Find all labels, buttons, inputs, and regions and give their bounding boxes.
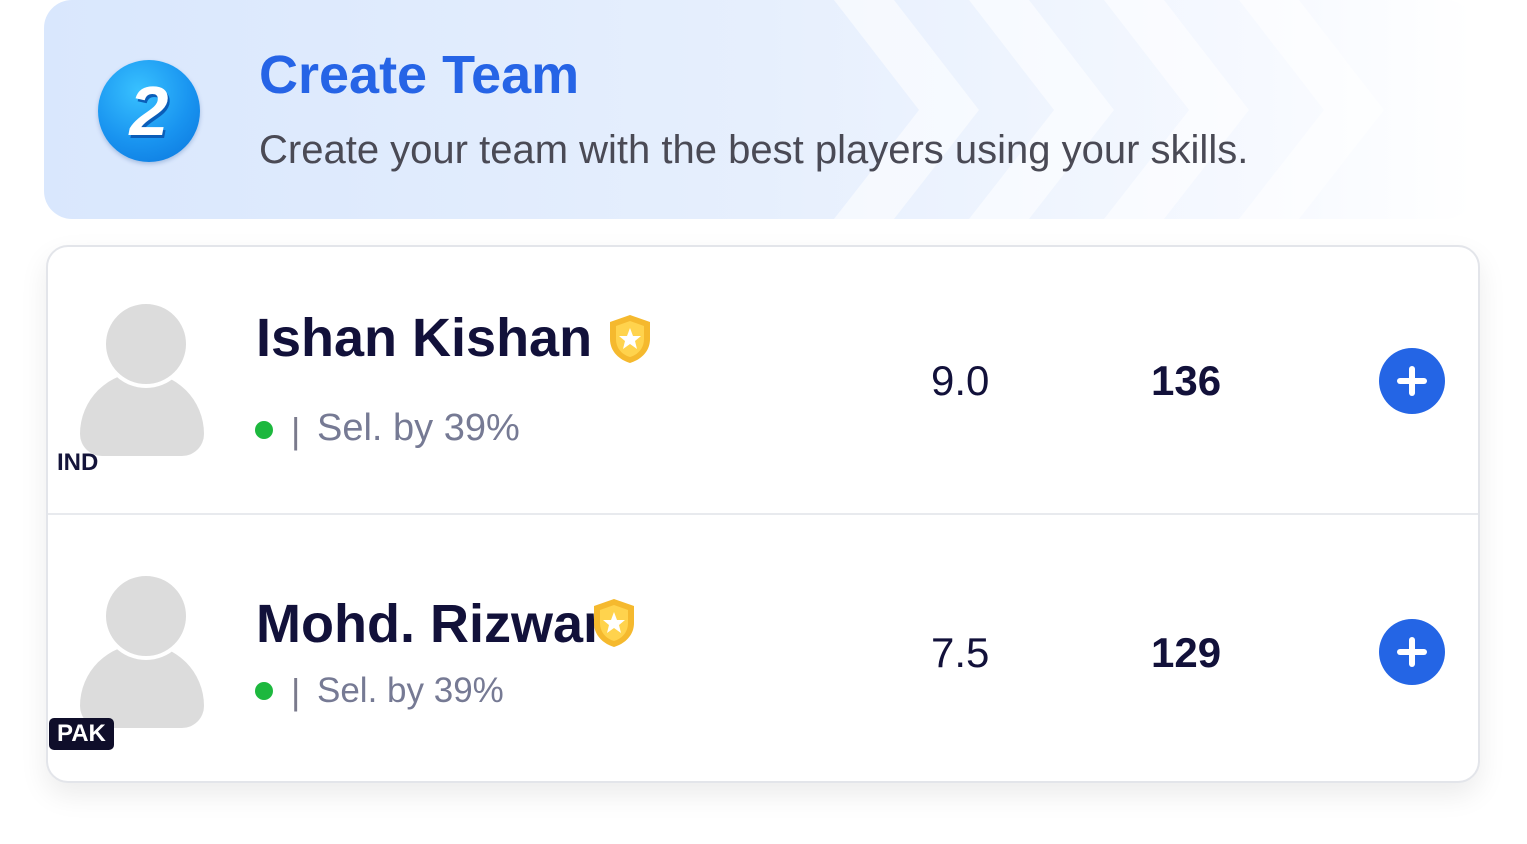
avatar-placeholder-icon xyxy=(80,300,210,460)
separator: | xyxy=(291,671,301,712)
country-label: IND xyxy=(57,449,99,476)
avatar-placeholder-icon xyxy=(80,572,210,732)
add-player-button[interactable] xyxy=(1379,348,1445,414)
separator: | xyxy=(291,410,301,451)
shield-star-icon xyxy=(610,315,650,363)
player-list-card: IND Ishan Kishan | Sel. by 39% 9.0 136 P… xyxy=(46,245,1480,783)
country-tag: PAK xyxy=(49,718,114,750)
player-points: 136 xyxy=(1151,357,1222,404)
chevron-decoration xyxy=(834,0,1384,219)
status-indicator xyxy=(255,682,273,700)
status-indicator xyxy=(255,421,273,439)
player-credits: 9.0 xyxy=(931,357,990,404)
step-number-badge: 2 xyxy=(98,60,200,162)
selection-percent: Sel. by 39% xyxy=(317,407,520,449)
player-points: 129 xyxy=(1151,629,1222,676)
player-credits: 7.5 xyxy=(931,629,990,676)
add-player-button[interactable] xyxy=(1379,619,1445,685)
selection-percent: Sel. by 39% xyxy=(317,671,504,710)
row-divider xyxy=(48,513,1478,515)
player-name: Ishan Kishan xyxy=(256,308,593,368)
step-banner xyxy=(44,0,1474,219)
step-number: 2 xyxy=(129,72,169,150)
player-name: Mohd. Rizwan xyxy=(256,594,616,654)
shield-star-icon xyxy=(594,599,634,647)
step-title: Create Team xyxy=(259,45,580,105)
step-description: Create your team with the best players u… xyxy=(259,128,1249,172)
